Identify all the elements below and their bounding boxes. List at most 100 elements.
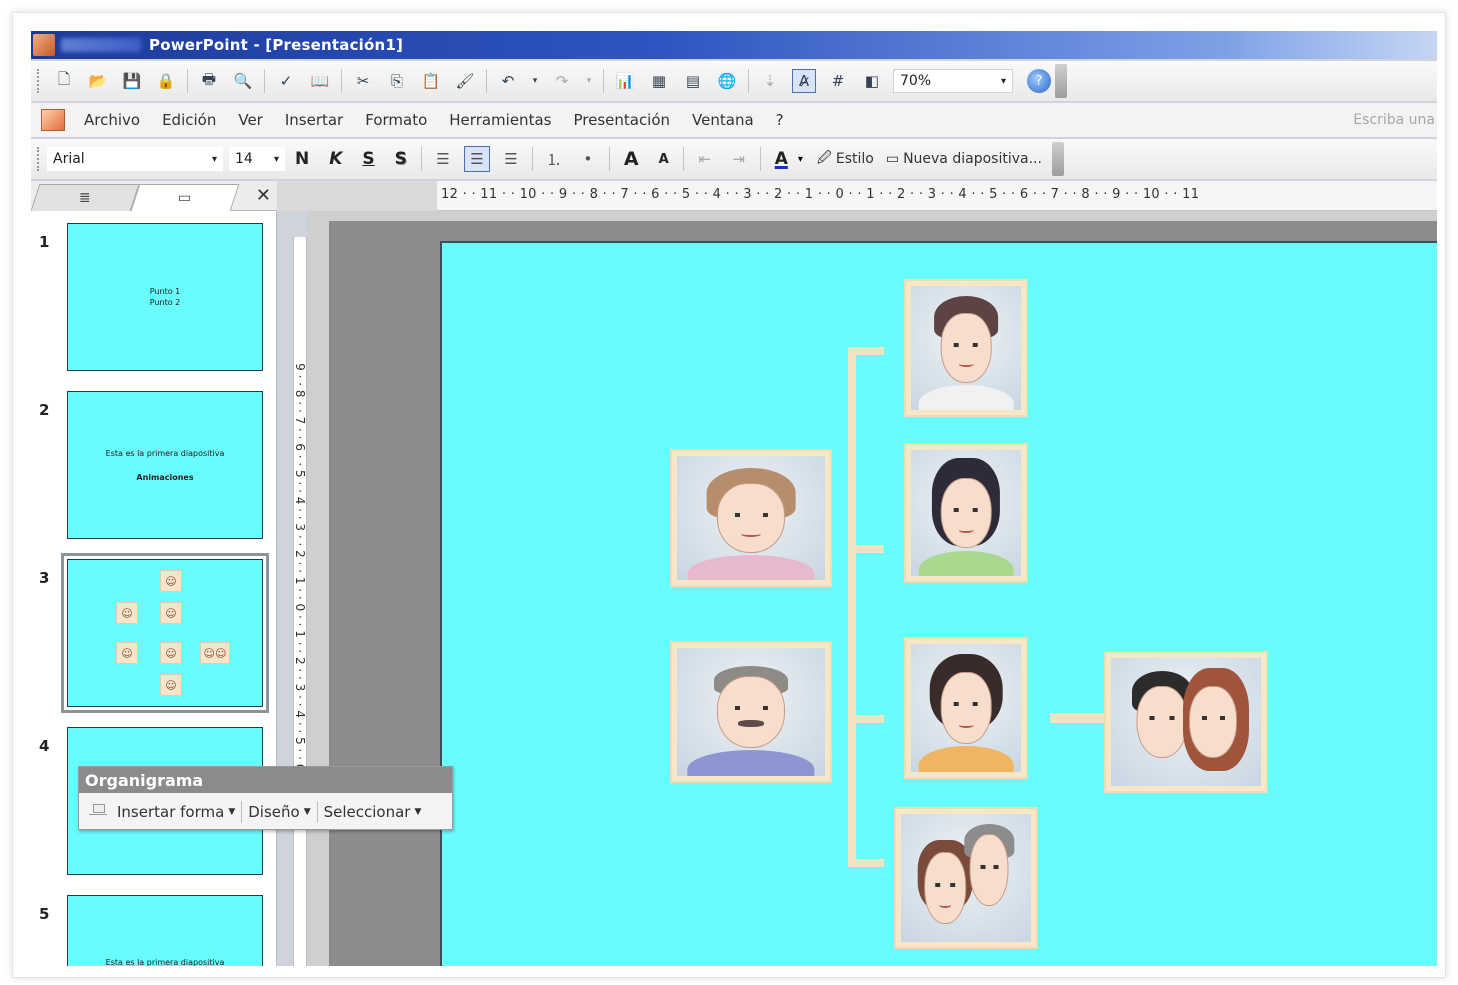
menu-edicion[interactable]: Edición — [162, 111, 216, 129]
italic-button[interactable]: K — [329, 149, 342, 169]
powerpoint-app-icon[interactable] — [33, 34, 55, 56]
toolbar-options-icon[interactable] — [1055, 64, 1067, 98]
font-size-select[interactable]: 14 ▾ — [229, 147, 285, 171]
new-slide-icon: ▭ — [885, 151, 900, 167]
standard-toolbar: 🗋 📂 💾 🔒 🖶 🔍 ✓ 📖 ✂ ⎘ 📋 🖌 ↶ ▾ ↷ ▾ 📊 ▦ ▤ 🌐 … — [31, 61, 1437, 101]
menu-presentacion[interactable]: Presentación — [573, 111, 670, 129]
spelling-icon[interactable]: ✓ — [274, 69, 298, 93]
shoulders — [918, 550, 1014, 576]
insert-shape-label: Insertar forma — [117, 802, 225, 821]
tab-outline[interactable]: ≣ — [31, 184, 140, 211]
select-dropdown[interactable]: Seleccionar ▼ — [324, 803, 422, 821]
bullets-icon[interactable]: • — [575, 146, 601, 172]
menu-herramientas[interactable]: Herramientas — [449, 111, 551, 129]
bold-button[interactable]: N — [295, 149, 309, 169]
toolbar-separator — [420, 147, 422, 171]
thumb-text: Esta es la primera diapositiva — [105, 958, 225, 966]
ruler-margin — [277, 181, 437, 211]
slide-thumbnail-3[interactable]: ☺ ☺ ☺ ☺ ☺ ☺☺ ☺ — [61, 553, 269, 713]
shadow-button[interactable]: S — [395, 149, 407, 169]
format-painter-icon[interactable]: 🖌 — [453, 69, 477, 93]
increase-indent-icon[interactable]: ⇥ — [726, 146, 752, 172]
mouth — [939, 902, 952, 909]
tab-slides[interactable]: ▭ — [130, 184, 240, 211]
portrait-elderly-woman[interactable] — [670, 449, 832, 587]
portrait-young-man[interactable] — [904, 279, 1028, 417]
close-icon[interactable]: ✕ — [256, 185, 271, 206]
portrait-couple-bottom[interactable] — [894, 807, 1038, 949]
open-folder-icon[interactable]: 📂 — [86, 69, 110, 93]
decrease-font-button[interactable]: A — [659, 152, 669, 167]
face — [940, 313, 992, 383]
toolbar-grip[interactable] — [37, 147, 41, 171]
cut-icon[interactable]: ✂ — [351, 69, 375, 93]
menu-ver[interactable]: Ver — [238, 111, 263, 129]
portrait-woman-curly-hair[interactable] — [904, 637, 1028, 779]
increase-font-button[interactable]: A — [624, 148, 639, 170]
permission-icon[interactable]: 🔒 — [154, 69, 178, 93]
print-icon[interactable]: 🖶 — [197, 69, 221, 93]
hyperlink-icon[interactable]: 🌐 — [715, 69, 739, 93]
toolbar-grip[interactable] — [37, 69, 41, 93]
insert-table-icon[interactable]: ▦ — [647, 69, 671, 93]
zoom-select[interactable]: 70% ▾ — [893, 69, 1013, 93]
decrease-indent-icon[interactable]: ⇤ — [692, 146, 718, 172]
expand-all-icon[interactable]: ⇣ — [758, 69, 782, 93]
chevron-down-icon[interactable]: ▾ — [798, 154, 803, 165]
redo-dropdown-icon[interactable]: ▾ — [584, 69, 594, 93]
menu-insertar[interactable]: Insertar — [285, 111, 343, 129]
portrait-image — [911, 450, 1021, 576]
portrait-elderly-man[interactable] — [670, 641, 832, 783]
copy-icon[interactable]: ⎘ — [385, 69, 409, 93]
org-chart-icon — [89, 803, 113, 821]
face — [969, 834, 1009, 907]
vertical-ruler[interactable]: 9 · · 8 · · 7 · · 6 · · 5 · · 4 · · 3 · … — [293, 237, 307, 966]
save-icon[interactable]: 💾 — [120, 69, 144, 93]
portrait-image — [901, 814, 1031, 942]
color-grayscale-icon[interactable]: ◧ — [860, 69, 884, 93]
align-left-icon[interactable]: ☰ — [430, 146, 456, 172]
paste-icon[interactable]: 📋 — [419, 69, 443, 93]
numbering-icon[interactable]: ⒈ — [541, 146, 567, 172]
toolbar-separator — [748, 69, 749, 93]
portrait-couple-right[interactable] — [1104, 651, 1268, 793]
shoulders — [687, 750, 815, 776]
design-button[interactable]: 🖉 Estilo — [817, 147, 874, 171]
menu-archivo[interactable]: Archivo — [84, 111, 140, 129]
org-connector — [1050, 713, 1108, 723]
redo-icon[interactable]: ↷ — [550, 69, 574, 93]
portrait-young-woman[interactable] — [904, 443, 1028, 583]
help-icon[interactable]: ? — [1027, 69, 1051, 93]
font-select[interactable]: Arial ▾ — [47, 147, 223, 171]
slide-thumbnail-2[interactable]: Esta es la primera diapositiva Animacion… — [67, 391, 263, 539]
organigrama-toolbar[interactable]: Organigrama Insertar forma ▼ Diseño ▼ Se… — [78, 766, 453, 830]
slide-canvas[interactable] — [440, 241, 1437, 966]
slide-thumbnail-5[interactable]: Esta es la primera diapositiva — [67, 895, 263, 966]
insert-chart-icon[interactable]: 📊 — [613, 69, 637, 93]
print-preview-icon[interactable]: 🔍 — [231, 69, 255, 93]
undo-icon[interactable]: ↶ — [496, 69, 520, 93]
new-document-icon[interactable]: 🗋 — [52, 69, 76, 93]
align-center-icon[interactable]: ☰ — [463, 146, 490, 172]
ask-question-box[interactable]: Escriba una — [1353, 112, 1437, 128]
menu-help[interactable]: ? — [776, 111, 784, 129]
menu-ventana[interactable]: Ventana — [692, 111, 754, 129]
new-slide-button[interactable]: ▭ Nueva diapositiva... — [886, 151, 1042, 167]
show-formatting-icon[interactable]: A̷ — [792, 69, 816, 93]
underline-button[interactable]: S — [362, 149, 374, 169]
show-grid-icon[interactable]: # — [826, 69, 850, 93]
font-color-button[interactable]: A — [775, 149, 788, 169]
slide-thumbnail-1[interactable]: Punto 1 Punto 2 — [67, 223, 263, 371]
design-dropdown[interactable]: Diseño ▼ — [248, 803, 310, 821]
research-icon[interactable]: 📖 — [308, 69, 332, 93]
organigrama-title[interactable]: Organigrama — [79, 767, 452, 793]
toolbar-options-icon[interactable] — [1051, 142, 1064, 176]
tables-borders-icon[interactable]: ▤ — [681, 69, 705, 93]
undo-dropdown-icon[interactable]: ▾ — [530, 69, 540, 93]
insert-shape-button[interactable]: Insertar forma ▼ — [89, 803, 235, 821]
document-icon[interactable] — [41, 109, 65, 131]
align-right-icon[interactable]: ☰ — [498, 146, 524, 172]
design-label: Estilo — [835, 151, 874, 167]
horizontal-ruler[interactable]: 12 · · 11 · · 10 · · 9 · · 8 · · 7 · · 6… — [277, 181, 1437, 211]
menu-formato[interactable]: Formato — [365, 111, 427, 129]
